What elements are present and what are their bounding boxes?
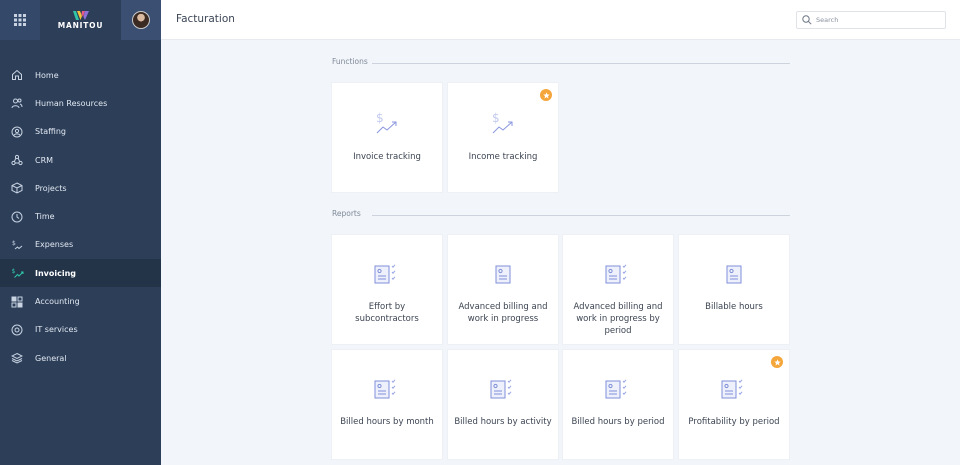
card-label: Effort by subcontractors xyxy=(355,302,419,324)
report-card-billed-hours-by-period[interactable]: Billed hours by period xyxy=(563,350,673,459)
sidebar-item-label: IT services xyxy=(35,325,78,335)
sidebar-item-label: Home xyxy=(35,70,59,80)
card-label: Billed hours by activity xyxy=(454,417,552,427)
report-card-billed-hours-by-activity[interactable]: Billed hours by activity xyxy=(448,350,558,459)
sidebar-item-human-resources[interactable]: Human Resources xyxy=(0,89,161,117)
sidebar-item-label: Time xyxy=(35,212,55,222)
dollar-trend-icon: $ xyxy=(376,111,397,134)
sidebar-item-expenses[interactable]: $ Expenses xyxy=(0,231,161,259)
sidebar-item-label: General xyxy=(35,353,67,363)
svg-text:$: $ xyxy=(376,111,384,125)
card-label: Profitability by period xyxy=(688,417,780,427)
layers-icon xyxy=(11,353,23,364)
sidebar-item-staffing[interactable]: Staffing xyxy=(0,118,161,146)
sidebar-item-label: Projects xyxy=(35,183,67,193)
function-card-invoice-tracking[interactable]: $ Invoice tracking xyxy=(332,83,442,192)
staffing-icon xyxy=(11,126,23,138)
accounting-icon xyxy=(11,296,23,308)
people-icon xyxy=(11,98,23,109)
clock-icon xyxy=(11,211,23,223)
favorite-star-icon[interactable] xyxy=(540,89,552,101)
reports-divider xyxy=(372,215,790,216)
sidebar-nav: Home Human Resources Staffing CRM Projec… xyxy=(0,61,161,372)
sidebar-item-accounting[interactable]: Accounting xyxy=(0,287,161,315)
card-label: Billed hours by month xyxy=(340,417,434,427)
sidebar-item-it-services[interactable]: IT services xyxy=(0,316,161,344)
card-label: Advanced billing and work in progress xyxy=(458,302,548,324)
card-label: Billable hours xyxy=(705,302,763,312)
apps-grid-button[interactable] xyxy=(0,0,40,40)
report-doc-icon xyxy=(495,265,511,284)
invoicing-icon: $ xyxy=(11,268,23,279)
report-card-billable-hours[interactable]: Billable hours xyxy=(679,235,789,344)
it-services-icon xyxy=(11,324,23,336)
crm-icon xyxy=(11,154,23,166)
functions-divider xyxy=(372,63,790,64)
dollar-trend-icon: $ xyxy=(492,111,513,134)
card-label: Billed hours by period xyxy=(571,417,665,427)
card-label: Invoice tracking xyxy=(353,152,421,162)
report-checklist-icon xyxy=(490,379,512,399)
avatar xyxy=(132,11,150,29)
sidebar-item-crm[interactable]: CRM xyxy=(0,146,161,174)
card-label: Income tracking xyxy=(468,152,538,162)
sidebar-item-projects[interactable]: Projects xyxy=(0,174,161,202)
sidebar-top: MANITOU xyxy=(0,0,161,40)
home-icon xyxy=(12,69,22,81)
grid-icon xyxy=(14,14,26,26)
report-card-advanced-billing[interactable]: Advanced billing and work in progress xyxy=(448,235,558,344)
search-box[interactable] xyxy=(796,11,946,29)
sidebar-item-home[interactable]: Home xyxy=(0,61,161,89)
sidebar-item-label: CRM xyxy=(35,155,54,165)
sidebar-item-invoicing[interactable]: $ Invoicing xyxy=(0,259,161,288)
sidebar-item-time[interactable]: Time xyxy=(0,202,161,230)
svg-text:$: $ xyxy=(12,240,16,247)
sidebar-item-label: Human Resources xyxy=(35,98,108,108)
favorite-star-icon[interactable] xyxy=(771,356,783,368)
sidebar-item-label: Expenses xyxy=(35,240,74,250)
search-icon xyxy=(802,15,812,25)
report-card-profitability-by-period[interactable]: Profitability by period xyxy=(679,350,789,459)
report-checklist-icon xyxy=(721,379,743,399)
report-checklist-icon xyxy=(374,379,396,399)
report-card-billed-hours-by-month[interactable]: Billed hours by month xyxy=(332,350,442,459)
report-checklist-icon xyxy=(605,379,627,399)
report-checklist-icon xyxy=(605,264,627,284)
expenses-icon: $ xyxy=(12,240,23,250)
report-doc-icon xyxy=(726,265,742,284)
cube-icon xyxy=(11,182,23,194)
manitou-logo-icon xyxy=(72,10,89,20)
logo-text: MANITOU xyxy=(57,20,104,30)
search-input[interactable] xyxy=(816,16,936,24)
user-menu[interactable] xyxy=(121,0,161,40)
reports-section-title: Reports xyxy=(332,209,361,218)
page-title: Facturation xyxy=(176,13,235,25)
sidebar-item-label: Accounting xyxy=(35,297,80,307)
svg-text:$: $ xyxy=(492,111,500,125)
report-card-effort-by-subcontractors[interactable]: Effort by subcontractors xyxy=(332,235,442,344)
sidebar-item-label: Invoicing xyxy=(35,268,77,278)
functions-section-title: Functions xyxy=(332,57,368,66)
card-label: Advanced billing and work in progress by… xyxy=(573,302,663,336)
function-card-income-tracking[interactable]: $ Income tracking xyxy=(448,83,558,192)
svg-text:$: $ xyxy=(11,268,15,275)
sidebar: MANITOU Home Human Resources Staffing CR… xyxy=(0,0,161,465)
report-checklist-icon xyxy=(374,264,396,284)
logo[interactable]: MANITOU xyxy=(40,0,121,40)
sidebar-item-general[interactable]: General xyxy=(0,344,161,372)
sidebar-item-label: Staffing xyxy=(35,127,66,137)
report-card-advanced-billing-by-period[interactable]: Advanced billing and work in progress by… xyxy=(563,235,673,344)
top-header: Facturation xyxy=(161,0,960,40)
